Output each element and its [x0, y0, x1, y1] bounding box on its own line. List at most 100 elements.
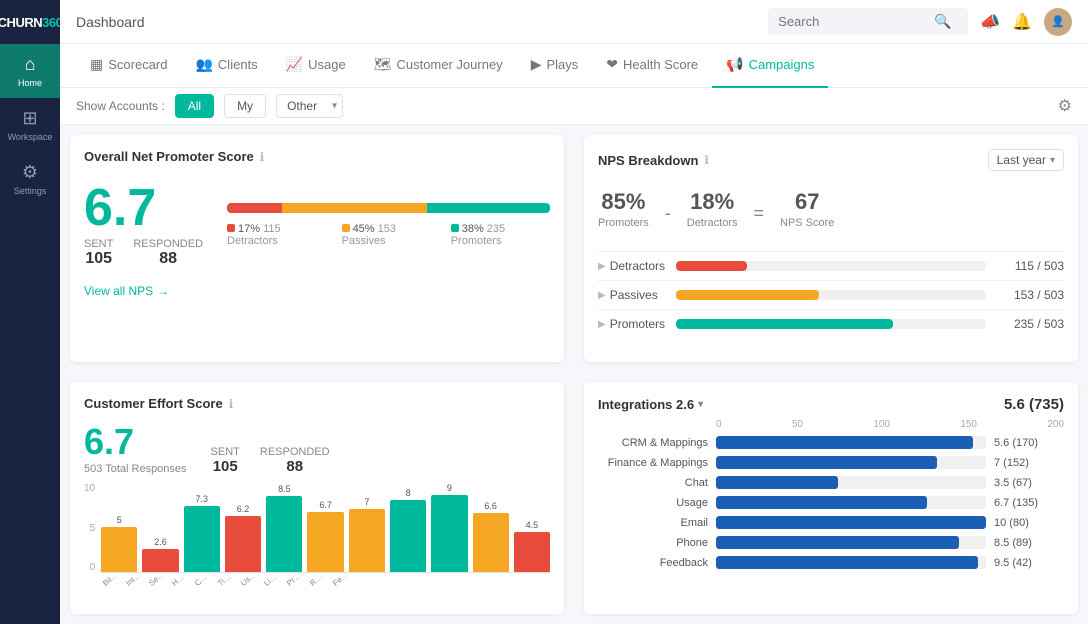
page-title: Dashboard — [76, 14, 756, 30]
sidebar-label-home: Home — [18, 78, 42, 88]
ces-bar — [142, 549, 178, 572]
hbar-row: Feedback 9.5 (42) — [598, 556, 1064, 569]
breakdown-bar-promoters-wrap — [676, 319, 986, 329]
breakdown-period-select[interactable]: Last year ▾ — [988, 149, 1064, 171]
sidebar: CHURN360 ⌂ Home ⊞ Workspace ⚙ Settings — [0, 0, 60, 624]
ces-bar — [307, 512, 343, 572]
ces-title: Customer Effort Score — [84, 396, 223, 411]
hbar-bar-wrap — [716, 536, 986, 549]
tab-scorecard[interactable]: ▦ Scorecard — [76, 44, 181, 88]
ces-bar-group: 2.6 — [142, 483, 178, 572]
nps-overall-card: Overall Net Promoter Score ℹ 6.7 SENT 10… — [70, 135, 564, 362]
hbar-label: Email — [598, 517, 708, 529]
tab-health-score[interactable]: ❤ Health Score — [592, 44, 712, 88]
tab-label-customer-journey: Customer Journey — [396, 57, 502, 72]
breakdown-bar-promoters — [676, 319, 893, 329]
hbar-value: 8.5 (89) — [994, 537, 1064, 549]
tab-customer-journey[interactable]: 🗺 Customer Journey — [360, 44, 517, 88]
breakdown-count-promoters: 235 / 503 — [994, 317, 1064, 331]
sidebar-item-workspace[interactable]: ⊞ Workspace — [0, 98, 60, 152]
ces-bar-group: 7 — [349, 483, 385, 572]
legend-passives: 45% 153 Passives — [342, 223, 435, 247]
breakdown-title: NPS Breakdown — [598, 153, 698, 168]
scorecard-icon: ▦ — [90, 56, 103, 73]
ces-bar-labels: BillingIntegrationsServicesHealthcareCSM… — [101, 577, 550, 590]
hbar-value: 3.5 (67) — [994, 477, 1064, 489]
filter-other-select[interactable]: Other — [276, 94, 343, 118]
filter-all-button[interactable]: All — [175, 94, 214, 118]
hbar-label: CRM & Mappings — [598, 437, 708, 449]
avatar[interactable]: 👤 — [1044, 8, 1072, 36]
filter-other-select-wrap[interactable]: Other — [276, 94, 343, 118]
breakdown-formula: 85% Promoters - 18% Detractors = 67 NPS … — [598, 181, 1064, 237]
bf-detractors-label: Detractors — [687, 217, 738, 229]
filter-my-button[interactable]: My — [224, 94, 266, 118]
ces-bar-label: Services — [147, 577, 167, 588]
ces-bar-group: 6.6 — [473, 483, 509, 572]
hbar-row: CRM & Mappings 5.6 (170) — [598, 436, 1064, 449]
ces-total: 503 Total Responses — [84, 463, 187, 475]
tab-usage[interactable]: 📈 Usage — [272, 44, 360, 88]
ces-info-icon[interactable]: ℹ — [229, 397, 234, 411]
hbar-bar-wrap — [716, 456, 986, 469]
ces-score-value: 6.7 — [84, 421, 187, 463]
hbar-bar — [716, 436, 973, 449]
breakdown-bar-detractors — [676, 261, 747, 271]
dot-promoters — [451, 224, 459, 232]
view-all-nps[interactable]: View all NPS → — [84, 284, 550, 298]
breakdown-label-passives[interactable]: ▶ Passives — [598, 288, 668, 302]
tab-clients[interactable]: 👥 Clients — [181, 44, 271, 88]
chevron-promoters: ▶ — [598, 319, 606, 330]
breakdown-label-promoters[interactable]: ▶ Promoters — [598, 317, 668, 331]
breakdown-label-detractors[interactable]: ▶ Detractors — [598, 259, 668, 273]
tab-label-health-score: Health Score — [623, 57, 698, 72]
nps-breakdown-header: NPS Breakdown ℹ Last year ▾ — [598, 149, 1064, 171]
bf-promoters-value: 85% — [598, 189, 649, 215]
sidebar-item-settings[interactable]: ⚙ Settings — [0, 152, 60, 206]
ces-bar-group: 8 — [390, 483, 426, 572]
hbar-row: Email 10 (80) — [598, 516, 1064, 529]
ces-bar — [225, 516, 261, 572]
search-icon: 🔍 — [934, 13, 951, 30]
hbar-row: Chat 3.5 (67) — [598, 476, 1064, 489]
tab-campaigns[interactable]: 📢 Campaigns — [712, 44, 828, 88]
arrow-right-icon: → — [157, 284, 169, 298]
ces-bar-label: Healthcare — [170, 577, 190, 588]
tab-bar: ▦ Scorecard 👥 Clients 📈 Usage 🗺 Customer… — [60, 44, 1088, 88]
ces-bar — [473, 513, 509, 572]
breakdown-count-detractors: 115 / 503 — [994, 259, 1064, 273]
search-input[interactable] — [778, 14, 928, 29]
ces-responded: RESPONDED 88 — [260, 446, 330, 475]
nps-legend: 17% 115 Detractors 45% 153 Passives 38% … — [227, 223, 550, 247]
hbar-bar — [716, 516, 986, 529]
plays-icon: ▶ — [531, 56, 542, 73]
search-box[interactable]: 🔍 — [768, 8, 968, 35]
bell-icon[interactable]: 🔔 — [1012, 12, 1032, 32]
settings-cog-button[interactable]: ⚙ — [1058, 96, 1072, 116]
tab-label-campaigns: Campaigns — [749, 57, 815, 72]
nps-sent-value: 105 — [85, 250, 112, 268]
breakdown-row-promoters: ▶ Promoters 235 / 503 — [598, 309, 1064, 338]
hbar-row: Usage 6.7 (135) — [598, 496, 1064, 509]
tab-plays[interactable]: ▶ Plays — [517, 44, 593, 88]
tab-label-scorecard: Scorecard — [108, 57, 167, 72]
hbar-value: 7 (152) — [994, 457, 1064, 469]
filter-bar: Show Accounts : All My Other ⚙ — [60, 88, 1088, 125]
integrations-dropdown-icon[interactable]: ▾ — [698, 399, 703, 410]
main-content: Dashboard 🔍 📣 🔔 👤 ▦ Scorecard 👥 Clien — [60, 0, 1088, 624]
bar-promoters — [427, 203, 550, 213]
breakdown-info-icon[interactable]: ℹ — [704, 153, 709, 167]
sidebar-item-home[interactable]: ⌂ Home — [0, 44, 60, 98]
ces-bar-group: 4.5 — [514, 483, 550, 572]
logo-churn: CHURN — [0, 15, 42, 30]
ces-bar — [266, 496, 302, 573]
hbar-label: Phone — [598, 537, 708, 549]
nps-score-section: 6.7 SENT 105 RESPONDED 88 — [84, 182, 203, 268]
nps-info-icon[interactable]: ℹ — [260, 150, 265, 164]
megaphone-icon[interactable]: 📣 — [980, 12, 1000, 32]
ces-bar-label: Licencing — [262, 577, 282, 588]
ces-bar-group: 7.3 — [184, 483, 220, 572]
ces-sent: SENT 105 — [211, 446, 240, 475]
topbar-icons: 📣 🔔 👤 — [980, 8, 1072, 36]
breakdown-row-detractors: ▶ Detractors 115 / 503 — [598, 251, 1064, 280]
